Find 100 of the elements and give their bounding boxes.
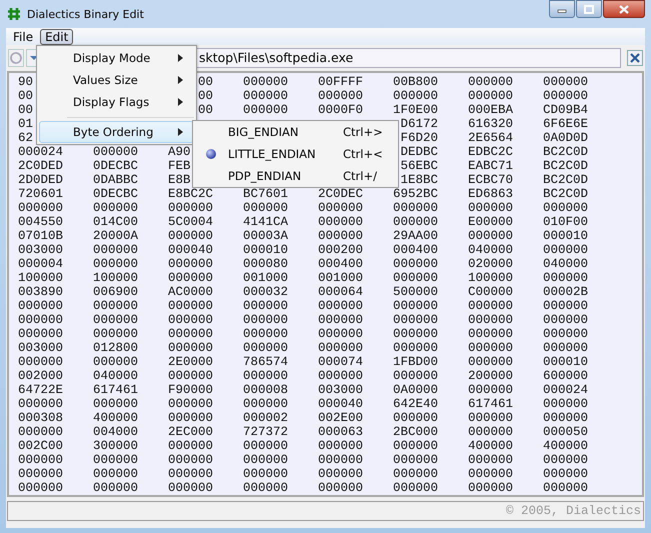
menu-item[interactable]: LITTLE_ENDIAN Ctrl+< (193, 143, 398, 165)
hex-value: 000000 (318, 369, 364, 383)
hex-value: 000000 (243, 467, 288, 481)
hex-value: 000010 (243, 243, 288, 257)
hex-value: 000000 (243, 201, 288, 215)
menu-item[interactable]: Edit (40, 28, 74, 44)
hex-value: 000000 (93, 481, 138, 495)
menu-item[interactable]: Byte Ordering (39, 121, 194, 143)
hex-value: 000000 (168, 201, 214, 215)
hex-value: 000000 (468, 355, 514, 369)
hex-value: 2BC000 (393, 425, 438, 439)
hex-value: 000000 (93, 257, 138, 271)
hex-value: BC2C0D (543, 159, 588, 173)
hex-value: 000004 (18, 257, 64, 271)
submenu-arrow-icon (178, 98, 183, 106)
hex-value: 000000 (468, 327, 514, 341)
hex-value: 000000 (543, 75, 588, 89)
maximize-icon (584, 4, 594, 14)
window-title: Dialectics Binary Edit (27, 8, 144, 20)
hex-value: 00FFFF (318, 75, 364, 89)
hex-value: E8B (168, 173, 191, 187)
hex-value: 000000 (468, 299, 514, 313)
hex-value: 000000 (243, 439, 288, 453)
hex-value: 2C0DED (18, 159, 64, 173)
hex-value: C00000 (468, 285, 514, 299)
hex-value: 786574 (243, 355, 288, 369)
close-icon (630, 53, 640, 63)
hex-value: 000000 (18, 467, 64, 481)
hex-value: 000000 (243, 327, 288, 341)
hex-value: 1FBD00 (393, 355, 438, 369)
hex-value: 000000 (18, 355, 64, 369)
hex-value: 2C0DEC (318, 187, 364, 201)
hex-value: 000000 (93, 299, 138, 313)
hex-value: 000000 (543, 453, 588, 467)
hex-value: 020000 (468, 257, 514, 271)
hash-icon (7, 7, 21, 21)
hex-value: 00 (18, 89, 34, 103)
hex-value: 00 (198, 89, 213, 103)
hex-value: 000000 (18, 397, 64, 411)
hex-value: 000000 (468, 481, 514, 495)
hex-value: 00 (198, 75, 213, 89)
hex-value: 000032 (243, 285, 288, 299)
hex-value: 5C0004 (168, 215, 214, 229)
submenu-arrow-icon (178, 54, 183, 62)
hex-value: 000000 (468, 75, 514, 89)
hex-value: 000000 (393, 271, 438, 285)
minimize-button[interactable] (549, 0, 575, 18)
hex-value: 000040 (318, 397, 364, 411)
menu-item[interactable]: File (8, 28, 38, 44)
hex-value: 62 (18, 131, 34, 145)
hex-value: 000000 (543, 313, 588, 327)
hex-value: 000000 (93, 327, 138, 341)
hex-value: 000000 (393, 453, 438, 467)
hex-value: 000000 (468, 383, 514, 397)
hex-value: 000000 (168, 439, 214, 453)
maximize-button[interactable] (576, 0, 602, 18)
hex-value: 100000 (93, 271, 138, 285)
hex-value: 000000 (243, 75, 288, 89)
hex-value: 000000 (468, 313, 514, 327)
hex-value: EABC71 (468, 159, 514, 173)
hex-value: 00 (18, 103, 34, 117)
hex-value: 07010B (18, 229, 64, 243)
hex-value: 000000 (318, 481, 364, 495)
hex-value: 000000 (393, 341, 438, 355)
menu-item[interactable]: Values Size (39, 69, 194, 91)
hex-value: FEB (168, 159, 191, 173)
hex-value: E00000 (468, 215, 514, 229)
hex-value: 0DECBC (93, 187, 138, 201)
hex-value: 000024 (18, 145, 64, 159)
hex-value: 0000F0 (318, 103, 364, 117)
hex-value: 000000 (243, 89, 288, 103)
hex-value: 000000 (468, 425, 514, 439)
hex-value: D6172 (400, 117, 438, 131)
hex-value: E8BC2C (168, 187, 214, 201)
hex-value: 000000 (318, 89, 364, 103)
hex-value: 004000 (93, 425, 138, 439)
close-file-button[interactable] (627, 50, 643, 66)
hex-value: 000000 (468, 453, 514, 467)
hex-value: 0DECBC (93, 159, 138, 173)
hex-value: 617461 (468, 397, 514, 411)
hex-value: 4141CA (243, 215, 288, 229)
hex-value: 6F6E6E (543, 117, 588, 131)
menu-item[interactable]: Display Flags (39, 91, 194, 113)
hex-value: 000400 (393, 243, 438, 257)
hex-value: 000008 (243, 383, 288, 397)
hex-value: 000000 (543, 467, 588, 481)
hex-value: 000000 (93, 453, 138, 467)
hex-value: 000040 (168, 243, 214, 257)
hex-value: 006900 (93, 285, 138, 299)
hex-value: 000000 (543, 397, 588, 411)
hex-value: 400000 (543, 439, 588, 453)
menu-item[interactable]: BIG_ENDIAN Ctrl+> (193, 121, 398, 143)
hex-value: 000000 (18, 313, 64, 327)
close-button[interactable] (603, 0, 645, 18)
hex-value: ED6863 (468, 187, 514, 201)
hex-value: 014C00 (93, 215, 138, 229)
menu-item[interactable]: PDP_ENDIAN Ctrl+/ (193, 165, 398, 187)
hex-value: 0DABBC (93, 173, 138, 187)
hex-value: 000010 (543, 229, 588, 243)
hex-value: 0A0000 (393, 383, 438, 397)
